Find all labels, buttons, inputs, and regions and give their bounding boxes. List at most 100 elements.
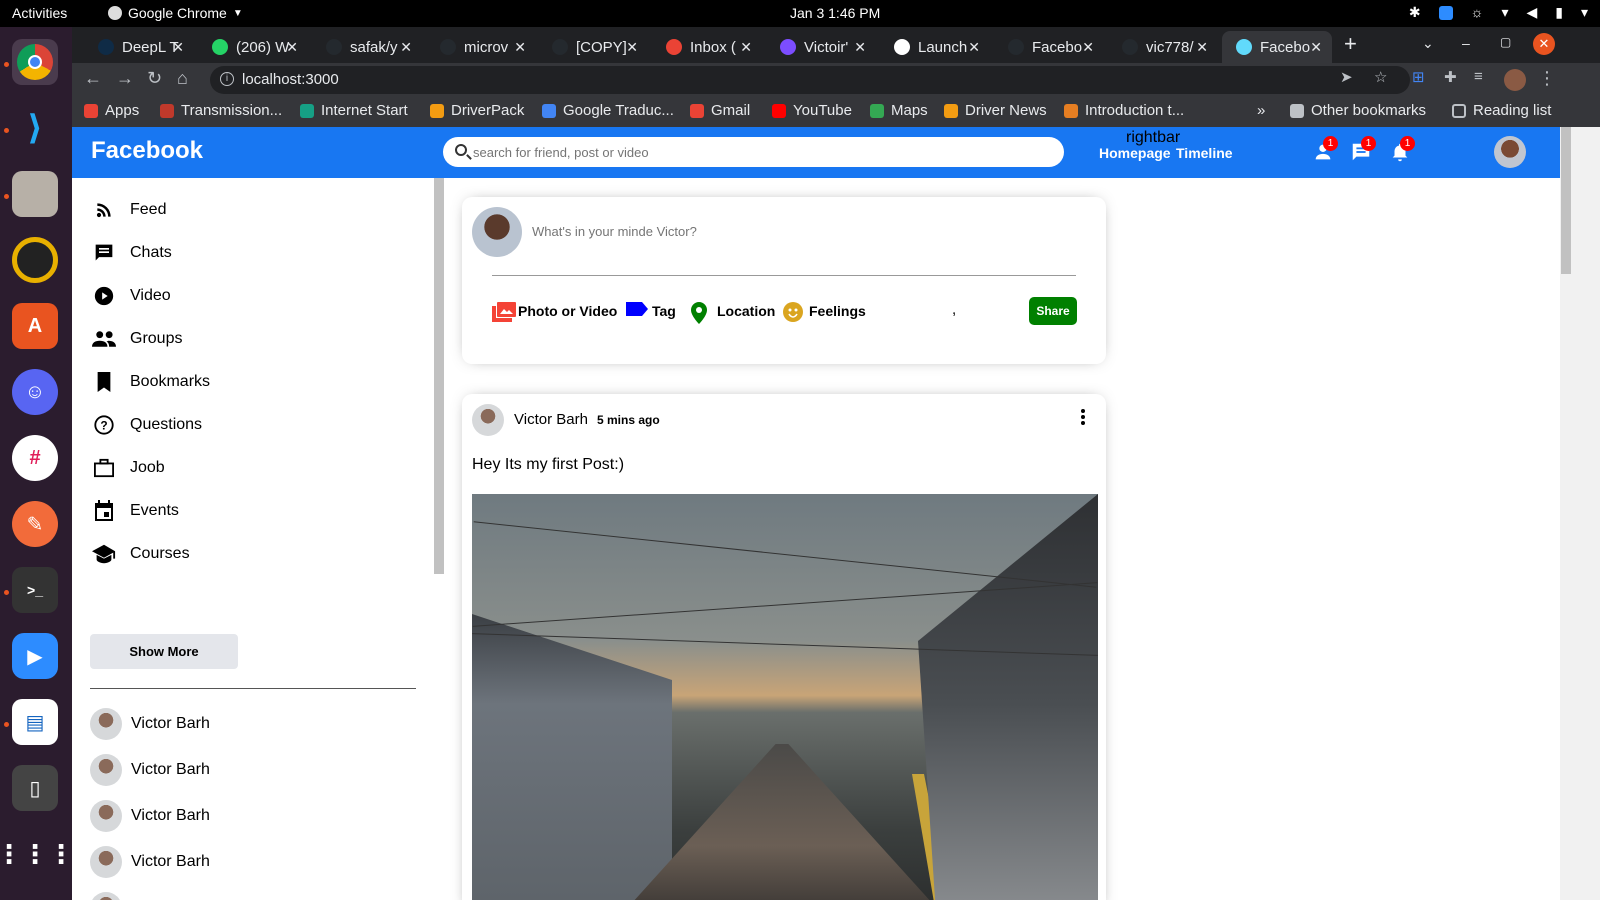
writer-launcher-icon[interactable]: ▤ — [12, 699, 58, 745]
tab-search-icon[interactable]: ⌄ — [1422, 35, 1434, 52]
share-button[interactable]: Share — [1029, 297, 1077, 325]
new-tab-icon[interactable]: + — [1344, 31, 1357, 57]
sidebar-item-questions[interactable]: ? Questions — [92, 412, 202, 438]
sidebar-item-groups[interactable]: Groups — [92, 326, 182, 352]
bookmark-item[interactable]: Transmission... — [160, 102, 282, 119]
page-scrollbar-thumb[interactable] — [1561, 127, 1571, 274]
homepage-link[interactable]: Homepage — [1099, 145, 1171, 161]
forward-icon[interactable]: → — [116, 68, 134, 89]
friend-list-item[interactable]: Victor Barh — [90, 708, 210, 740]
clock[interactable]: Jan 3 1:46 PM — [790, 5, 880, 21]
browser-tab[interactable]: vic778/✕ — [1108, 31, 1218, 63]
show-more-button[interactable]: Show More — [90, 634, 238, 669]
sidebar-item-courses[interactable]: Courses — [92, 541, 190, 567]
avatar[interactable] — [1494, 136, 1526, 168]
sidebar-scrollbar[interactable] — [434, 178, 444, 574]
minimize-icon[interactable]: – — [1462, 35, 1470, 51]
close-tab-icon[interactable]: ✕ — [854, 39, 866, 56]
media-controls-icon[interactable]: ≡ — [1474, 68, 1483, 85]
extensions-icon[interactable]: ✚ — [1444, 68, 1457, 86]
activities-button[interactable]: Activities — [12, 5, 67, 21]
friend-list-item[interactable]: Victor Barh — [90, 846, 210, 878]
bookmark-item[interactable]: Gmail — [690, 102, 750, 119]
close-tab-icon[interactable]: ✕ — [286, 39, 298, 56]
browser-tab[interactable]: Facebo ✕ — [1222, 31, 1332, 63]
address-bar[interactable]: i localhost:3000 — [210, 66, 1410, 94]
browser-tab[interactable]: Inbox (✕ — [652, 31, 762, 63]
site-info-icon[interactable]: i — [220, 72, 234, 86]
postman-launcher-icon[interactable]: ✎ — [12, 501, 58, 547]
friend-list-item[interactable]: Victor Barh — [90, 754, 210, 786]
close-tab-icon[interactable]: ✕ — [740, 39, 752, 56]
sidebar-item-video[interactable]: Video — [92, 283, 171, 309]
bookmark-item[interactable]: Apps — [84, 102, 139, 119]
post-username[interactable]: Victor Barh — [514, 411, 588, 428]
system-tray[interactable]: ✱ ☼ ▾ ◀ ▮ ▾ — [1409, 4, 1588, 21]
browser-tab[interactable]: Facebo ✕ — [994, 31, 1104, 63]
vscode-launcher-icon[interactable]: ⟩ — [12, 105, 58, 151]
sidebar-item-events[interactable]: Events — [92, 498, 179, 524]
chrome-menu-icon[interactable]: ⋮ — [1538, 68, 1556, 89]
browser-tab[interactable]: microv ✕ — [426, 31, 536, 63]
bookmark-item[interactable]: Google Traduc... — [542, 102, 674, 119]
close-tab-icon[interactable]: ✕ — [1310, 39, 1322, 56]
close-tab-icon[interactable]: ✕ — [968, 39, 980, 56]
slack-launcher-icon[interactable]: # — [12, 435, 58, 481]
share-option-feelings[interactable]: Feelings — [783, 302, 866, 322]
browser-tab[interactable]: Launch ✕ — [880, 31, 990, 63]
home-icon[interactable]: ⌂ — [177, 68, 188, 89]
browser-tab[interactable]: DeepL T ✕ — [84, 31, 194, 63]
software-launcher-icon[interactable]: A — [12, 303, 58, 349]
terminal-launcher-icon[interactable]: >_ — [12, 567, 58, 613]
friend-list-item[interactable]: Victor Barh — [90, 800, 210, 832]
sidebar-item-chats[interactable]: Chats — [92, 240, 172, 266]
timeline-link[interactable]: Timeline — [1176, 145, 1233, 161]
browser-tab[interactable]: [COPY] ✕ — [538, 31, 648, 63]
close-tab-icon[interactable]: ✕ — [172, 39, 184, 56]
bookmark-item[interactable]: Introduction t... — [1064, 102, 1184, 119]
close-tab-icon[interactable]: ✕ — [1082, 39, 1094, 56]
files-launcher-icon[interactable] — [12, 171, 58, 217]
search-bar[interactable] — [443, 137, 1064, 167]
app-grid-icon[interactable]: ⋮⋮⋮ — [0, 831, 74, 877]
close-tab-icon[interactable]: ✕ — [1196, 39, 1208, 56]
browser-tab[interactable]: Victoir' ✕ — [766, 31, 876, 63]
close-tab-icon[interactable]: ✕ — [400, 39, 412, 56]
sidebar-item-feed[interactable]: Feed — [92, 197, 166, 223]
bookmarks-overflow-icon[interactable]: » — [1257, 102, 1265, 119]
other-bookmarks[interactable]: Other bookmarks — [1290, 102, 1426, 119]
send-tab-icon[interactable]: ➤ — [1340, 68, 1353, 86]
post-author-avatar[interactable] — [472, 404, 504, 436]
translate-extension-icon[interactable]: ⊞ — [1412, 68, 1425, 86]
rhythmbox-launcher-icon[interactable] — [12, 237, 58, 283]
usb-creator-launcher-icon[interactable]: ▯ — [12, 765, 58, 811]
bookmark-item[interactable]: Driver News — [944, 102, 1047, 119]
close-window-icon[interactable]: ✕ — [1533, 33, 1555, 55]
post-image[interactable] — [472, 494, 1098, 900]
bookmark-item[interactable]: DriverPack — [430, 102, 524, 119]
zoom-launcher-icon[interactable]: ▶ — [12, 633, 58, 679]
more-vert-icon[interactable] — [1078, 407, 1088, 429]
logo[interactable]: Facebook — [91, 137, 203, 165]
friend-list-item[interactable]: Victor Barh — [90, 892, 210, 900]
browser-tab[interactable]: (206) W ✕ — [198, 31, 308, 63]
chrome-launcher-icon[interactable] — [12, 39, 58, 85]
sidebar-item-bookmarks[interactable]: Bookmarks — [92, 369, 210, 395]
page-scrollbar[interactable] — [1560, 127, 1600, 900]
bookmark-item[interactable]: Internet Start — [300, 102, 408, 119]
share-option-tag[interactable]: Tag — [626, 302, 676, 320]
close-tab-icon[interactable]: ✕ — [514, 39, 526, 56]
sidebar-item-joob[interactable]: Joob — [92, 455, 165, 481]
reload-icon[interactable]: ↻ — [147, 68, 162, 89]
share-input[interactable] — [532, 224, 1032, 239]
maximize-icon[interactable]: ▢ — [1500, 35, 1511, 49]
search-input[interactable] — [473, 142, 1033, 162]
bookmark-item[interactable]: Maps — [870, 102, 928, 119]
bookmark-item[interactable]: YouTube — [772, 102, 852, 119]
reading-list[interactable]: Reading list — [1452, 102, 1551, 119]
back-icon[interactable]: ← — [84, 68, 102, 89]
browser-tab[interactable]: safak/y ✕ — [312, 31, 422, 63]
profile-avatar[interactable] — [1504, 69, 1526, 91]
share-option-photo-or-video[interactable]: Photo or Video — [492, 302, 617, 322]
close-tab-icon[interactable]: ✕ — [626, 39, 638, 56]
